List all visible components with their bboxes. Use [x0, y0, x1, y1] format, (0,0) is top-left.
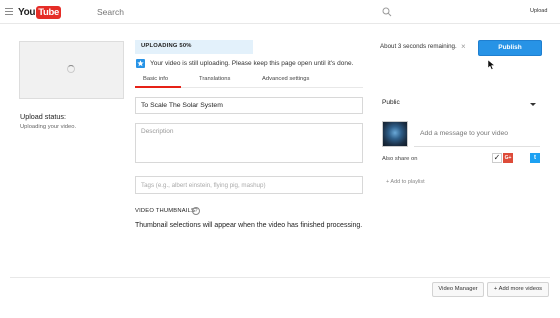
tab-basic-info[interactable]: Basic info [143, 76, 168, 82]
channel-avatar [382, 121, 408, 147]
active-tab-indicator [135, 86, 181, 88]
tab-translations[interactable]: Translations [199, 76, 230, 82]
add-to-playlist-link[interactable]: + Add to playlist [386, 179, 425, 185]
share-checkbox[interactable]: ✓ [492, 153, 502, 163]
upload-progress-label: UPLOADING 50% [141, 43, 192, 49]
upload-status-text: Uploading your video. [20, 124, 77, 130]
privacy-value: Public [382, 99, 400, 106]
privacy-select[interactable]: Public [382, 99, 540, 113]
loading-spinner-icon [67, 65, 75, 73]
search-input[interactable] [97, 6, 357, 18]
tags-field[interactable]: Tags (e.g., albert einstein, flying pig,… [135, 176, 363, 194]
help-icon[interactable]: ? [192, 207, 200, 215]
google-plus-icon[interactable]: G+ [503, 153, 513, 163]
video-preview [19, 41, 124, 99]
mouse-cursor-icon [488, 60, 496, 70]
also-share-label: Also share on [382, 156, 418, 162]
logo-tube-text: Tube [36, 5, 62, 19]
add-more-videos-button[interactable]: + Add more videos [487, 282, 549, 297]
upload-link[interactable]: Upload [530, 8, 547, 14]
logo-you-text: You [18, 6, 36, 18]
upload-status-title: Upload status: [20, 112, 66, 121]
youtube-logo[interactable]: You Tube [18, 5, 62, 19]
thumbnails-heading: VIDEO THUMBNAILS [135, 208, 196, 214]
upload-progress-bar: UPLOADING 50% [135, 40, 371, 54]
share-message-input[interactable] [414, 121, 540, 147]
tab-bar: Basic info Translations Advanced setting… [135, 72, 363, 88]
masthead: You Tube Upload [0, 0, 560, 24]
publish-button[interactable]: Publish [478, 40, 542, 56]
star-notice-icon [136, 59, 145, 68]
time-remaining: About 3 seconds remaining. [380, 43, 457, 50]
search-icon[interactable] [382, 7, 392, 17]
description-field[interactable]: Description [135, 123, 363, 163]
video-manager-button[interactable]: Video Manager [432, 282, 484, 297]
tab-advanced-settings[interactable]: Advanced settings [262, 76, 309, 82]
cancel-upload-icon[interactable]: × [461, 43, 466, 51]
bottom-divider [10, 277, 550, 278]
twitter-icon[interactable]: t [530, 153, 540, 163]
menu-icon[interactable] [5, 8, 13, 15]
upload-notice: Your video is still uploading. Please ke… [150, 60, 354, 67]
title-field[interactable]: To Scale The Solar System [135, 97, 363, 114]
thumbnails-text: Thumbnail selections will appear when th… [135, 222, 363, 229]
chevron-down-icon [530, 103, 536, 106]
